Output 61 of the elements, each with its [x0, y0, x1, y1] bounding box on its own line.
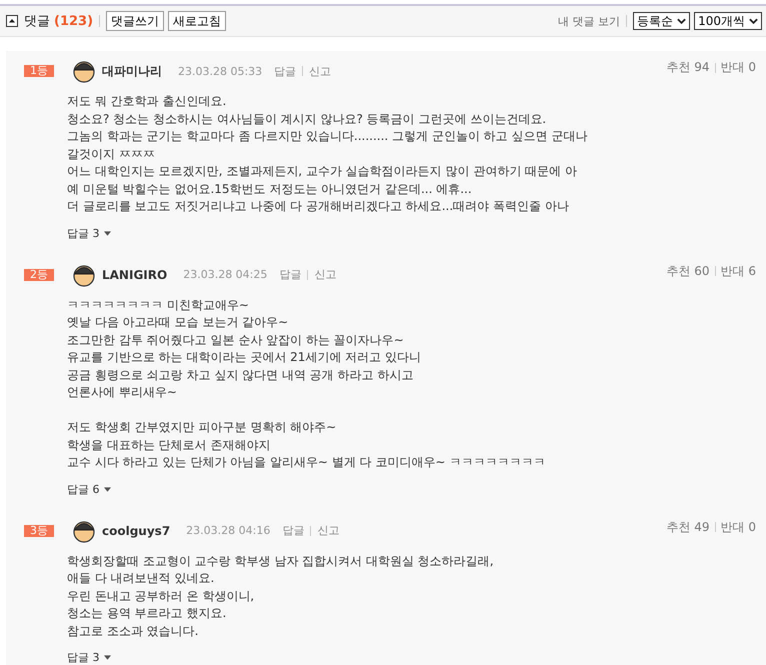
page-size-dropdown[interactable]: 100개씩: [694, 12, 762, 30]
comment-text-line: 참고로 조소과 였습니다.: [67, 622, 200, 640]
comment-text-line: 조그만한 감투 쥐어줬다고 일본 순사 앞잡이 하는 꼴이자나우~: [67, 332, 405, 348]
caret-down-icon: [104, 230, 110, 236]
comment-text-line: 우린 돈내고 공부하러 온 학생이니,: [67, 588, 256, 604]
comments-title: 댓글: [24, 13, 50, 30]
rank-badge: 2등: [24, 268, 54, 280]
chevron-down-icon: [749, 18, 758, 24]
avatar-icon: [72, 59, 96, 83]
oppose-count[interactable]: 반대 0: [720, 518, 756, 536]
reply-link[interactable]: 답글: [279, 267, 302, 282]
comment-text-line: 갈것이지 ㅉㅉㅉ: [67, 146, 156, 162]
sort-dropdown[interactable]: 등록순: [633, 12, 690, 30]
report-link[interactable]: 신고: [309, 64, 332, 78]
comment-date: 23.03.28 04:25: [183, 268, 268, 281]
comment-text-line: 청소는 용역 부르라고 했지요.: [67, 605, 228, 622]
avatar-icon: [72, 518, 96, 542]
comment-text-line: 그놈의 학과는 군기는 학교마다 좀 다르지만 있습니다......... 그렇게 군인놀이 하고 싶으면 군대나: [67, 128, 588, 145]
my-comments-link[interactable]: 내 댓글 보기: [558, 14, 620, 28]
reply-link[interactable]: 답글: [274, 64, 296, 78]
replies-toggle[interactable]: 답글 6: [67, 482, 110, 496]
comment-text-line: 청소요? 청소는 청소하시는 여사님들이 계시지 않나요? 등록금이 그런곳에 쓰이는건데요.: [67, 110, 548, 128]
comment-text-line: 애들 다 내려보낸적 있네요.: [67, 570, 216, 587]
report-link[interactable]: 신고: [314, 267, 336, 282]
recommend-count[interactable]: 추천 60: [666, 262, 710, 280]
caret-down-icon: [104, 655, 110, 660]
comment-text-line: 공금 횡령으로 쇠고랑 차고 싶지 않다면 내역 공개 하라고 하시고: [67, 366, 414, 384]
comment-text-line: 저도 뭐 간호학과 출신인데요.: [67, 93, 228, 110]
write-comment-button[interactable]: 댓글쓰기: [106, 11, 164, 31]
comment-date: 23.03.28 04:16: [186, 524, 270, 537]
refresh-button[interactable]: 새로고침: [168, 11, 226, 31]
comment-text-line: 언론사에 뿌리새우~: [67, 384, 178, 401]
comment-text-line: 학생회장할때 조교형이 교수랑 학부생 남자 집합시켜서 대학원실 청소하라길래,: [67, 552, 495, 570]
caret-down-icon: [104, 486, 110, 492]
comment-text-line: 저도 학생회 간부였지만 피아구분 명확히 해야주~: [67, 419, 338, 436]
oppose-count[interactable]: 반대 0: [720, 59, 756, 76]
oppose-count[interactable]: 반대 6: [720, 262, 756, 280]
comment-text-line: 학생을 대표하는 단체로서 존재해야지: [67, 436, 272, 454]
comment-text-line: 더 글로리를 보고도 저짓거리냐고 나중에 다 공개해버리겠다고 하세요...때려야 폭력인줄 아나: [67, 198, 570, 215]
author-name[interactable]: LANIGIRO: [102, 268, 168, 282]
reply-link[interactable]: 답글: [282, 523, 304, 538]
avatar-icon: [72, 262, 96, 286]
comment-text-line: ㅋㅋㅋㅋㅋㅋㅋㅋ 미친학교애우~: [67, 296, 250, 314]
rank-badge: 3등: [24, 524, 54, 536]
report-link[interactable]: 신고: [317, 523, 340, 538]
recommend-count[interactable]: 추천 94: [666, 59, 710, 76]
comment-date: 23.03.28 05:33: [178, 64, 262, 78]
comment-text-line: 유교를 기반으로 하는 대학이라는 곳에서 21세기에 저러고 있다니: [67, 349, 422, 366]
chevron-down-icon: [677, 18, 686, 24]
collapse-toggle-icon[interactable]: [6, 15, 18, 27]
comment-text-line: 예 미운털 박힐수는 없어요.15학번도 저정도는 아니였던거 같은데... 에휴...: [67, 180, 473, 198]
comment-count: (123): [54, 14, 94, 28]
comment-text-line: 옛날 다음 아고라때 모습 보는거 같아우~: [67, 314, 290, 331]
replies-toggle[interactable]: 답글 3: [67, 650, 110, 665]
comment-text-line: 교수 시다 하라고 있는 단체가 아님을 알리새우~ 별게 다 코미디애우~ ㅋㅋㅋㅋㅋㅋㅋㅋ: [67, 454, 546, 471]
rank-badge: 1등: [24, 65, 54, 77]
author-name[interactable]: 대파미나리: [102, 62, 162, 80]
author-name[interactable]: coolguys7: [102, 524, 170, 538]
comment-text-line: 어느 대학인지는 모르겠지만, 조별과제든지, 교수가 실습학점이라든지 많이 관여하기 때문에 아: [67, 163, 578, 180]
recommend-count[interactable]: 추천 49: [666, 518, 710, 536]
replies-toggle[interactable]: 답글 3: [67, 226, 110, 240]
